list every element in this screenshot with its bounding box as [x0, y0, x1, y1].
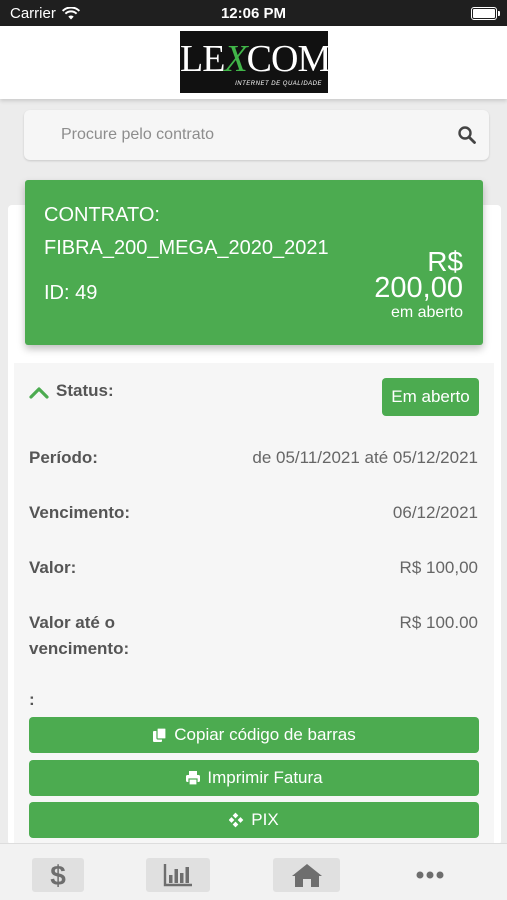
- svg-text:$: $: [50, 861, 66, 889]
- valor-label: Valor:: [29, 558, 77, 577]
- extra-label: :: [29, 690, 35, 709]
- vencimento-label: Vencimento:: [29, 503, 131, 522]
- tab-more[interactable]: [400, 858, 460, 892]
- pix-label: PIX: [251, 810, 279, 829]
- print-invoice-button[interactable]: Imprimir Fatura: [29, 760, 479, 796]
- contract-name: FIBRA_200_MEGA_2020_2021: [44, 237, 329, 259]
- pix-icon: [229, 812, 244, 828]
- battery-icon: [471, 7, 500, 20]
- pix-button[interactable]: PIX: [29, 802, 479, 838]
- amount-value: 200,00: [374, 272, 463, 304]
- status-label: Status:: [56, 381, 114, 400]
- tab-payments[interactable]: $: [32, 858, 84, 892]
- valor-ate-vencimento-label: Valor até o vencimento:: [29, 610, 129, 662]
- search-input[interactable]: [24, 110, 444, 160]
- bottom-tab-bar: $: [0, 843, 507, 900]
- search-bar: [24, 110, 489, 160]
- contract-id: ID: 49: [44, 282, 98, 304]
- logo-text-x: X: [224, 38, 247, 80]
- status-badge: Em aberto: [382, 378, 479, 416]
- copy-icon: [153, 727, 167, 742]
- app-header: LEXCOM INTERNET DE QUALIDADE: [0, 26, 507, 99]
- logo-text-right: COM: [246, 38, 332, 80]
- valor-ate-label-line1: Valor até o: [29, 613, 115, 632]
- print-invoice-label: Imprimir Fatura: [207, 768, 323, 787]
- valor-ate-vencimento-value: R$ 100.00: [399, 613, 478, 632]
- home-icon: [291, 864, 322, 887]
- copy-barcode-label: Copiar código de barras: [174, 725, 356, 744]
- amount-status: em aberto: [390, 304, 463, 321]
- bar-chart-icon: [163, 864, 192, 887]
- valor-ate-label-line2: vencimento:: [29, 639, 130, 658]
- vencimento-value: 06/12/2021: [392, 503, 478, 522]
- tab-home[interactable]: [273, 858, 340, 892]
- lexcom-logo: LEXCOM INTERNET DE QUALIDADE: [180, 31, 332, 93]
- clock: 12:06 PM: [220, 5, 287, 22]
- periodo-label: Período:: [29, 448, 98, 467]
- valor-value: R$ 100,00: [399, 558, 478, 577]
- logo-wordmark: LEXCOM: [180, 37, 332, 81]
- dollar-icon: $: [50, 861, 66, 889]
- status-bar: Carrier 12:06 PM: [0, 0, 507, 26]
- logo-text-left: LE: [180, 38, 225, 80]
- copy-barcode-button[interactable]: Copiar código de barras: [29, 717, 479, 753]
- search-icon[interactable]: [457, 125, 477, 145]
- contract-banner[interactable]: CONTRATO: FIBRA_200_MEGA_2020_2021 ID: 4…: [25, 180, 483, 345]
- print-icon: [186, 771, 201, 786]
- more-icon: [416, 871, 444, 879]
- periodo-value: de 05/11/2021 até 05/12/2021: [252, 448, 478, 467]
- logo-tagline: INTERNET DE QUALIDADE: [235, 81, 322, 87]
- tab-usage[interactable]: [146, 858, 210, 892]
- contract-label: CONTRATO:: [44, 204, 160, 226]
- chevron-up-icon[interactable]: [29, 385, 49, 399]
